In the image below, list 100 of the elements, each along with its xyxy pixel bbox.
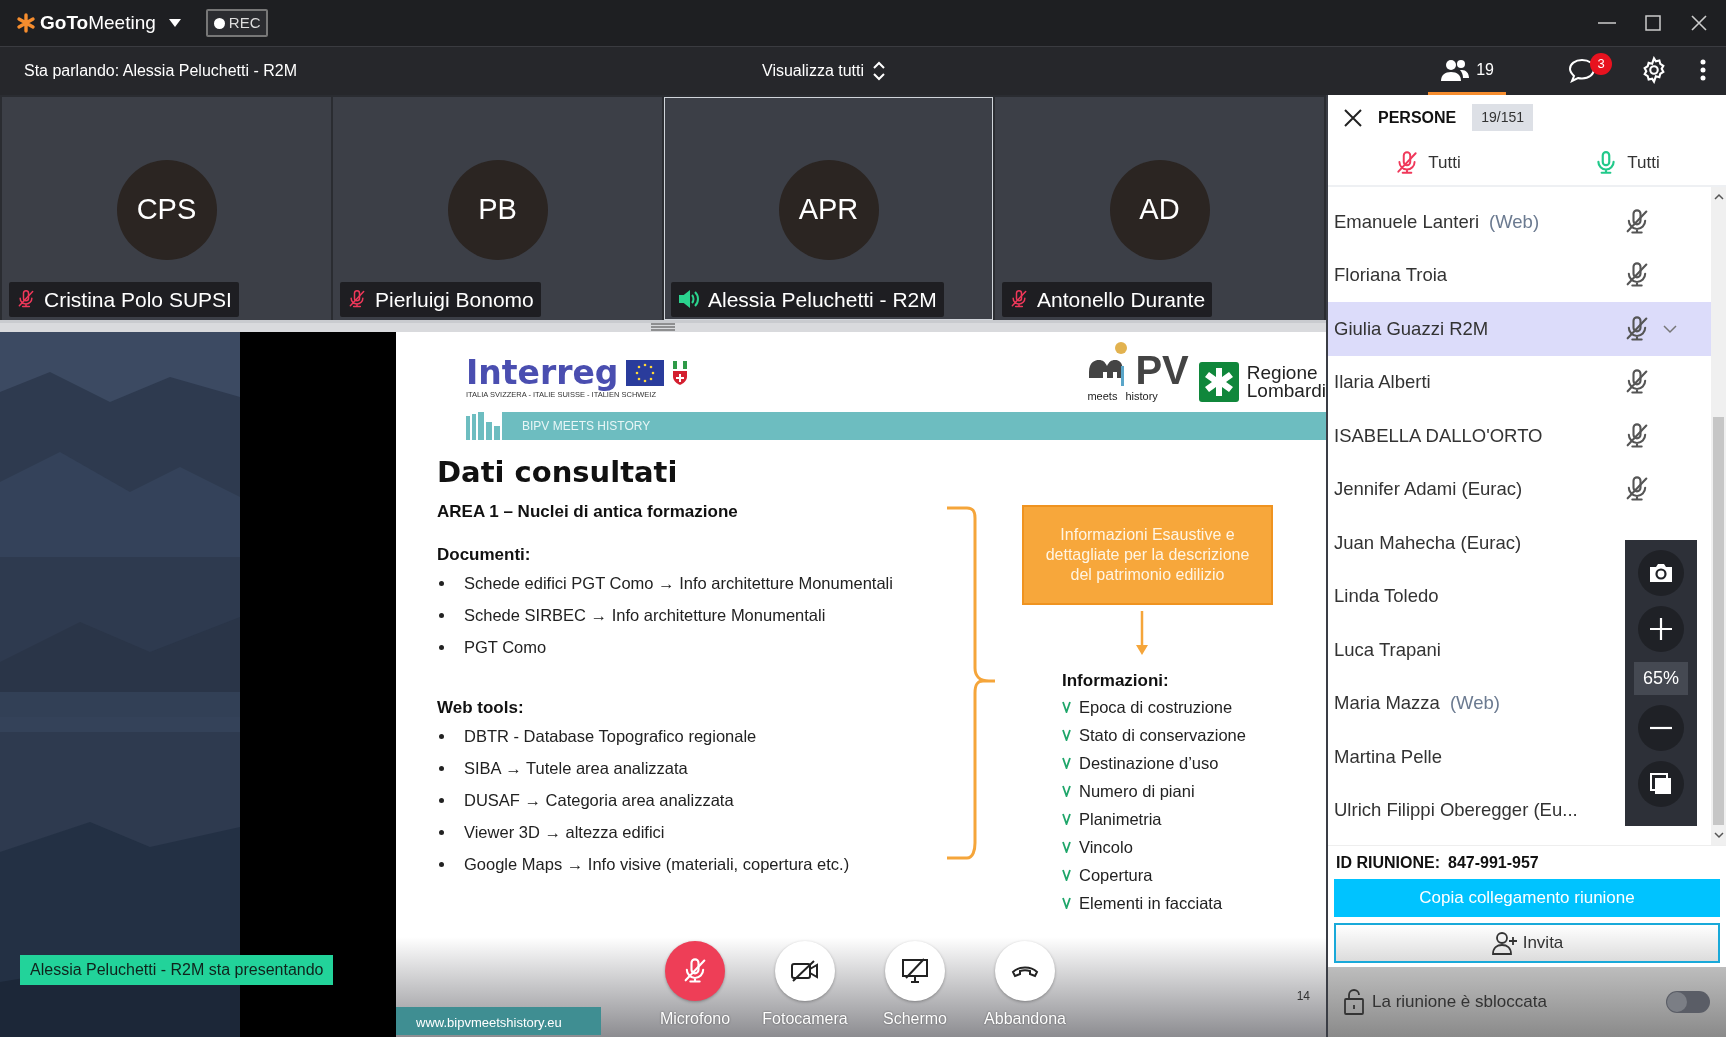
participant-name: Giulia Guazzi R2M	[1334, 316, 1489, 341]
check-icon	[1062, 785, 1071, 797]
button-label: Schermo	[883, 1009, 947, 1029]
info-heading: Informazioni:	[1062, 670, 1170, 692]
slide-title: Dati consultati	[437, 454, 679, 490]
screen-off-icon	[901, 958, 929, 984]
add-person-icon	[1490, 931, 1519, 955]
copy-button[interactable]	[1638, 761, 1684, 807]
zoom-out-button[interactable]	[1638, 705, 1684, 751]
people-icon	[1440, 57, 1471, 82]
participant-name: Cristina Polo SUPSI	[44, 286, 232, 313]
region-logo-text: Regione	[1246, 364, 1319, 382]
check-icon	[1062, 729, 1071, 741]
meeting-id-label: ID RIUNIONE:	[1336, 852, 1440, 873]
mipv-logo-text: PV	[1135, 350, 1189, 390]
bullet	[439, 765, 444, 771]
minus-icon	[1649, 726, 1673, 730]
video-tile[interactable]: CPS Cristina Polo SUPSI	[2, 97, 331, 320]
screen-share-button[interactable]	[885, 941, 945, 1001]
notification-badge: 3	[1590, 53, 1612, 75]
lock-toggle[interactable]	[1666, 991, 1710, 1013]
check-icon	[1062, 757, 1071, 769]
scroll-down-icon	[1713, 831, 1724, 839]
band-text: BIPV MEETS HISTORY	[522, 418, 651, 435]
video-tile[interactable]: AD Antonello Durante	[995, 97, 1324, 320]
list-item: Stato di conservazione	[1079, 725, 1246, 746]
slide-subtitle: AREA 1 – Nuclei di antica formazione	[437, 501, 739, 523]
record-button[interactable]: REC	[205, 8, 269, 38]
panel-title: PERSONE	[1378, 107, 1457, 128]
video-tile[interactable]: APR Alessia Peluchetti - R2M	[664, 97, 993, 320]
participant-name[interactable]: Ilaria Alberti	[1334, 368, 1431, 397]
list-item: Copertura	[1079, 865, 1153, 886]
logo-caption: meets	[1087, 390, 1118, 403]
close-panel-button[interactable]	[1344, 108, 1362, 127]
list-item: Planimetria	[1079, 809, 1162, 830]
interreg-logo-text: Interreg	[466, 356, 619, 389]
check-icon	[1062, 897, 1071, 909]
view-selector[interactable]: Visualizza tutti	[762, 59, 886, 83]
list-item: Viewer 3D → altezza edifici	[464, 822, 665, 843]
speaker-status: Sta parlando: Alessia Peluchetti - R2M	[24, 61, 298, 81]
participant-name[interactable]: Emanuele Lanteri	[1334, 207, 1479, 236]
scroll-up-icon	[1713, 193, 1724, 201]
lock-status: La riunione è sbloccata	[1372, 991, 1547, 1014]
participant-name: Alessia Peluchetti - R2M	[708, 286, 937, 313]
participant-name[interactable]: Jennifer Adami (Eurac)	[1334, 475, 1523, 504]
participant-tag: (Web)	[1449, 689, 1500, 718]
snapshot-button[interactable]	[1638, 550, 1684, 596]
bullet	[439, 797, 444, 803]
unlocked-icon	[1344, 989, 1364, 1015]
flag-shield-icon	[672, 359, 689, 386]
zoom-in-button[interactable]	[1638, 606, 1684, 652]
video-tile[interactable]: PB Pierluigi Bonomo	[333, 97, 662, 320]
participant-name[interactable]: ISABELLA DALLO'ORTO	[1334, 421, 1543, 450]
list-item: Vincolo	[1079, 837, 1133, 858]
avatar: AD	[1109, 160, 1210, 260]
eu-flag-icon	[626, 359, 665, 386]
dropdown-button[interactable]	[167, 18, 182, 28]
minimize-icon	[1598, 22, 1616, 24]
count-badge: 19/151	[1472, 104, 1534, 131]
list-item: PGT Como	[464, 637, 547, 658]
microphone-button[interactable]	[665, 941, 725, 1001]
bullet	[439, 580, 444, 586]
participant-name: Pierluigi Bonomo	[375, 286, 534, 313]
chat-button[interactable]: 3	[1556, 47, 1612, 95]
participant-row[interactable]: Giulia Guazzi R2M	[1328, 302, 1711, 356]
scrollbar[interactable]	[1711, 187, 1726, 845]
participant-name[interactable]: Ulrich Filippi Oberegger (Eu...	[1334, 796, 1578, 825]
list-item: SIBA → Tutele area analizzata	[464, 758, 688, 779]
participant-name[interactable]: Martina Pelle	[1334, 742, 1442, 771]
up-down-chevron-icon	[872, 61, 886, 81]
page-number: 14	[1296, 988, 1310, 1005]
list-item: Numero di piani	[1079, 781, 1195, 802]
presenter-banner: Alessia Peluchetti - R2M sta presentando	[20, 955, 334, 985]
participant-name[interactable]: Linda Toledo	[1334, 582, 1439, 611]
bullet	[439, 612, 444, 618]
caret-icon	[167, 18, 182, 28]
list-item: DBTR - Database Topografico regionale	[464, 726, 757, 747]
camera-button[interactable]	[775, 941, 835, 1001]
participant-count: 19	[1476, 59, 1494, 80]
chevron-down-icon	[1663, 323, 1677, 334]
participant-name[interactable]: Luca Trapani	[1334, 635, 1441, 664]
camera-icon	[1648, 562, 1674, 584]
unmute-all-button[interactable]: Tutti	[1527, 140, 1726, 185]
participant-name[interactable]: Maria Mazza	[1334, 689, 1440, 718]
participant-name[interactable]: Juan Mahecha (Eurac)	[1334, 528, 1522, 557]
participant-name[interactable]: Floriana Troia	[1334, 261, 1448, 290]
plus-icon	[1649, 617, 1673, 641]
region-logo-icon	[1198, 362, 1239, 402]
participant-name: Antonello Durante	[1037, 286, 1206, 313]
region-logo-text: Lombardi	[1246, 382, 1326, 400]
close-icon	[1344, 108, 1362, 127]
invite-button[interactable]: Invita	[1334, 923, 1720, 963]
meeting-id: 847-991-957	[1448, 852, 1539, 873]
maximize-icon	[1644, 14, 1662, 32]
hang-up-button[interactable]	[995, 941, 1055, 1001]
button-label: Abbandona	[984, 1009, 1066, 1029]
mute-all-button[interactable]: Tutti	[1328, 140, 1527, 185]
list-item: Schede edifici PGT Como → Info architetture Monumentali	[464, 573, 893, 594]
logo-icon	[16, 13, 36, 33]
zoom-level: 65%	[1634, 662, 1688, 695]
